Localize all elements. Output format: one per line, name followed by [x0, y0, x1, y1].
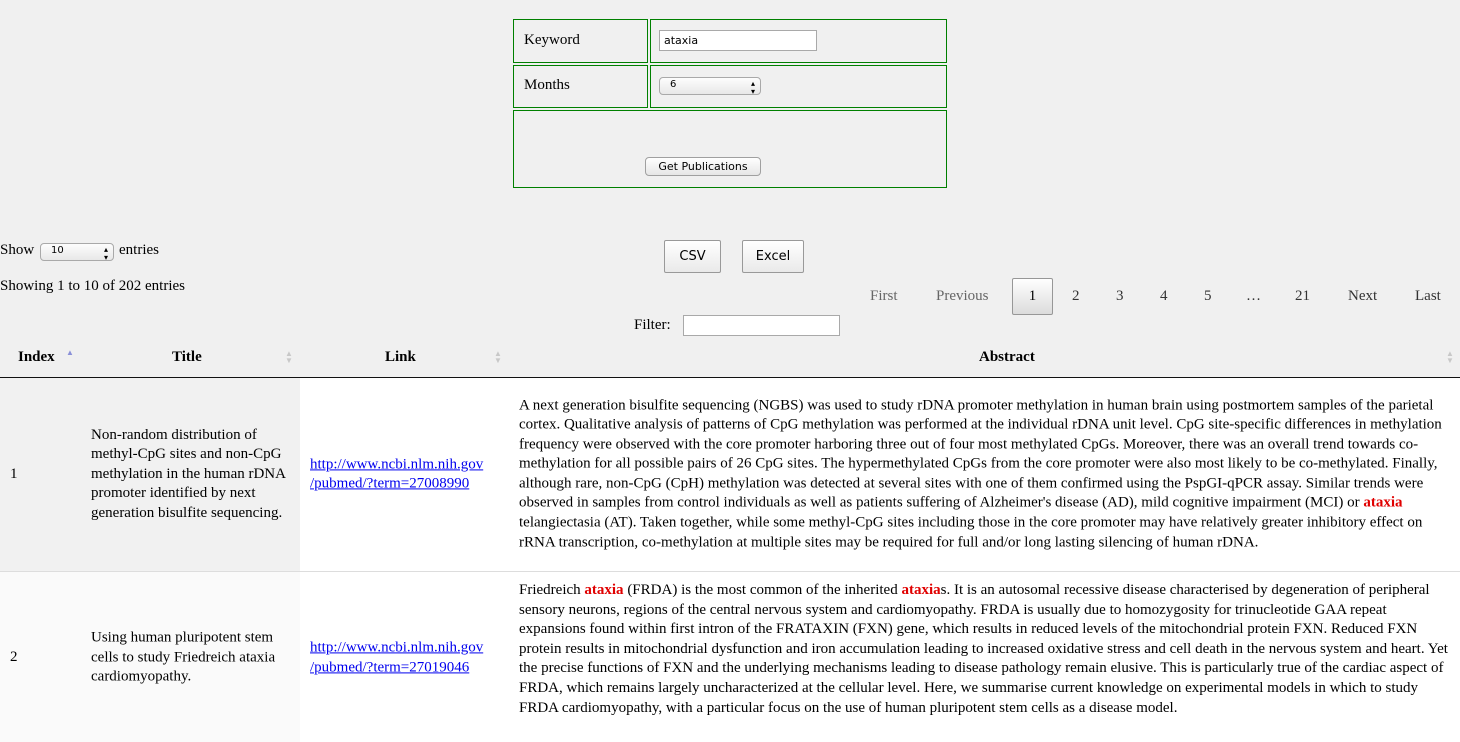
keyword-input[interactable]: ataxia	[659, 30, 817, 51]
cell-link: http://www.ncbi.nlm.nih.gov/pubmed/?term…	[300, 378, 510, 571]
csv-button[interactable]: CSV	[664, 240, 721, 273]
abstract-text: Friedreich	[519, 582, 585, 598]
column-header-title[interactable]: Title	[172, 349, 202, 366]
abstract-text: telangiectasia (AT). Taken together, whi…	[519, 514, 1423, 551]
abstract-text: s. It is an autosomal recessive disease …	[519, 582, 1448, 716]
row-title: Using human pluripotent stem cells to st…	[91, 629, 276, 685]
cell-abstract: A next generation bisulfite sequencing (…	[510, 378, 1460, 571]
pagination-first[interactable]: First	[870, 288, 898, 305]
cell-link: http://www.ncbi.nlm.nih.gov/pubmed/?term…	[300, 572, 510, 742]
link-line: http://www.ncbi.nlm.nih.gov	[310, 455, 484, 472]
filter-input[interactable]	[683, 315, 840, 336]
pagination-page[interactable]: 2	[1072, 288, 1080, 305]
entries-label: entries	[119, 242, 159, 258]
sort-both-icon: ▲ ▼	[1446, 349, 1454, 365]
get-publications-button[interactable]: Get Publications	[645, 157, 761, 176]
pubmed-link[interactable]: http://www.ncbi.nlm.nih.gov/pubmed/?term…	[310, 639, 483, 675]
keyword-highlight: ataxia	[584, 582, 624, 598]
cell-abstract: Friedreich ataxia (FRDA) is the most com…	[510, 572, 1460, 742]
keyword-label-cell: Keyword	[513, 19, 648, 63]
pagination-ellipsis: …	[1246, 288, 1261, 304]
pagination-page-current[interactable]: 1	[1012, 278, 1053, 315]
excel-button[interactable]: Excel	[742, 240, 804, 273]
months-select-value: 6	[670, 79, 677, 90]
pagination-page[interactable]: 21	[1295, 288, 1310, 305]
table-header: Index ▲ Title ▲ ▼ Link ▲ ▼ Abstract ▲ ▼	[0, 341, 1460, 378]
abstract-text: A next generation bisulfite sequencing (…	[519, 397, 1442, 512]
keyword-label: Keyword	[524, 32, 580, 48]
abstract-text: (FRDA) is the most common of the inherit…	[623, 582, 902, 598]
months-label: Months	[524, 77, 570, 93]
row-link-wrap: http://www.ncbi.nlm.nih.gov/pubmed/?term…	[310, 638, 510, 677]
link-line: /pubmed/?term=27008990	[310, 475, 470, 492]
pagination-page[interactable]: 5	[1204, 288, 1212, 305]
submit-cell	[513, 110, 947, 188]
table-info: Showing 1 to 10 of 202 entries	[0, 278, 185, 294]
cell-index: 1	[0, 378, 82, 571]
link-line: http://www.ncbi.nlm.nih.gov	[310, 639, 484, 656]
table-row: 2 Using human pluripotent stem cells to …	[0, 572, 1460, 742]
column-header-link[interactable]: Link	[385, 349, 416, 366]
entries-length-select[interactable]: 10 ▴ ▾	[40, 243, 114, 262]
select-arrows-icon: ▴ ▾	[750, 79, 755, 96]
cell-title: Using human pluripotent stem cells to st…	[82, 572, 300, 742]
row-link-wrap: http://www.ncbi.nlm.nih.gov/pubmed/?term…	[310, 455, 510, 494]
select-arrows-icon: ▴ ▾	[103, 245, 108, 262]
sort-both-icon: ▲ ▼	[285, 349, 293, 365]
row-index: 2	[10, 649, 18, 666]
months-select[interactable]: 6 ▴ ▾	[659, 77, 761, 96]
row-abstract: Friedreich ataxia (FRDA) is the most com…	[519, 581, 1454, 718]
keyword-highlight: ataxia	[901, 582, 941, 598]
sort-ascending-icon: ▲	[66, 348, 74, 357]
keyword-highlight: ataxia	[1363, 495, 1403, 512]
cell-title: Non-random distribution of methyl-CpG si…	[82, 378, 300, 571]
show-label: Show	[0, 242, 35, 258]
sort-both-icon: ▲ ▼	[494, 349, 502, 365]
filter-label: Filter:	[634, 317, 671, 333]
pagination-previous[interactable]: Previous	[936, 288, 989, 305]
pagination-page[interactable]: 3	[1116, 288, 1124, 305]
column-header-index[interactable]: Index	[18, 349, 55, 366]
column-header-abstract[interactable]: Abstract	[979, 349, 1035, 366]
pagination-last[interactable]: Last	[1415, 288, 1441, 305]
cell-index: 2	[0, 572, 82, 742]
table-row: 1 Non-random distribution of methyl-CpG …	[0, 378, 1460, 572]
link-line: /pubmed/?term=27019046	[310, 659, 470, 675]
row-abstract: A next generation bisulfite sequencing (…	[519, 396, 1454, 553]
row-title: Non-random distribution of methyl-CpG si…	[91, 426, 286, 521]
pagination-next[interactable]: Next	[1348, 288, 1377, 305]
pagination-page[interactable]: 4	[1160, 288, 1168, 305]
pubmed-link[interactable]: http://www.ncbi.nlm.nih.gov/pubmed/?term…	[310, 456, 483, 492]
months-label-cell: Months	[513, 65, 648, 108]
entries-length-value: 10	[51, 245, 64, 256]
row-index: 1	[10, 465, 18, 482]
